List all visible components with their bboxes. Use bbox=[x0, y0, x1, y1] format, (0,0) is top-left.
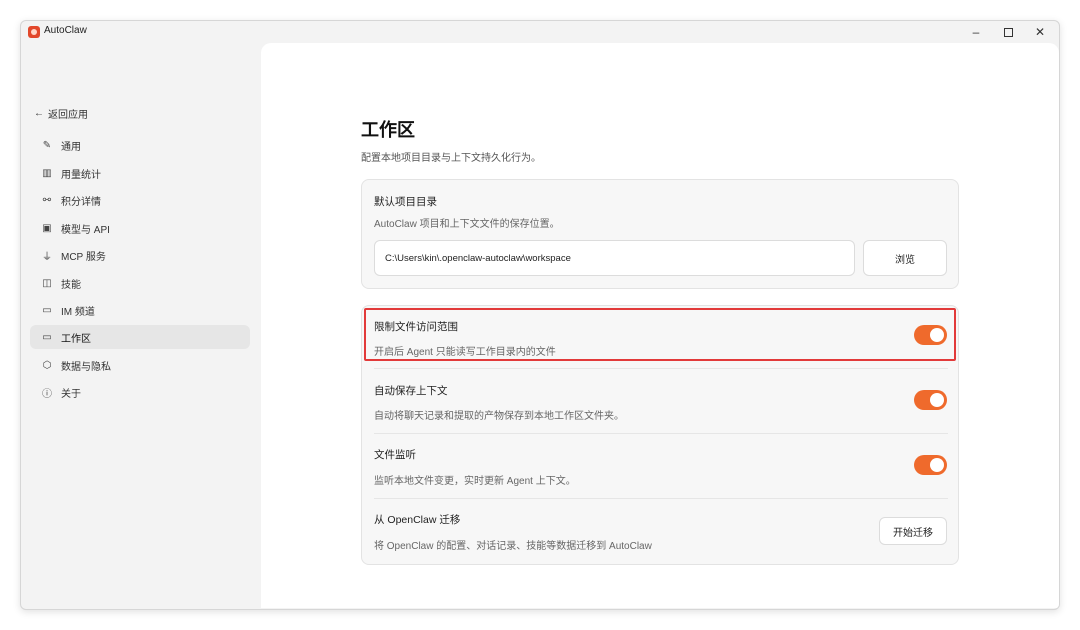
sidebar-item-label: 数据与隐私 bbox=[61, 361, 111, 373]
sidebar-item-models[interactable]: ▣ 模型与 API bbox=[30, 216, 250, 240]
sidebar-item-label: 关于 bbox=[61, 388, 81, 400]
sidebar-item-privacy[interactable]: ⬡ 数据与隐私 bbox=[30, 353, 250, 377]
bar-chart-icon: ▥ bbox=[42, 167, 52, 179]
sidebar-item-label: 技能 bbox=[61, 279, 81, 291]
sidebar-item-general[interactable]: ✎ 通用 bbox=[30, 133, 250, 157]
sidebar-item-label: 积分详情 bbox=[61, 196, 101, 208]
file-watch-toggle[interactable] bbox=[914, 455, 947, 475]
file-watch-desc: 监听本地文件变更，实时更新 Agent 上下文。 bbox=[374, 476, 576, 487]
restrict-access-title: 限制文件访问范围 bbox=[374, 321, 458, 333]
app-logo-icon bbox=[28, 26, 40, 38]
settings-card: 限制文件访问范围 开启后 Agent 只能读写工作目录内的文件 自动保存上下文 … bbox=[361, 305, 959, 565]
maximize-icon bbox=[1003, 27, 1013, 37]
sidebar: ← 返回应用 ✎ 通用 ▥ 用量统计 ⚯ 积分详情 ▣ 模型与 API ⏚ MC… bbox=[21, 43, 259, 609]
browse-button[interactable]: 浏览 bbox=[863, 240, 947, 276]
restrict-access-desc: 开启后 Agent 只能读写工作目录内的文件 bbox=[374, 347, 556, 358]
maximize-button[interactable] bbox=[992, 21, 1024, 43]
book-icon: ◫ bbox=[42, 277, 52, 289]
sidebar-item-label: MCP 服务 bbox=[61, 251, 106, 263]
sidebar-item-workspace[interactable]: ▭ 工作区 bbox=[30, 325, 250, 349]
main-content: 工作区 配置本地项目目录与上下文持久化行为。 默认项目目录 AutoClaw 项… bbox=[261, 43, 1059, 608]
page-title: 工作区 bbox=[361, 120, 415, 140]
directory-path-input[interactable] bbox=[374, 240, 855, 276]
sidebar-item-skills[interactable]: ◫ 技能 bbox=[30, 271, 250, 295]
divider bbox=[374, 368, 948, 369]
default-directory-card: 默认项目目录 AutoClaw 项目和上下文文件的保存位置。 浏览 bbox=[361, 179, 959, 289]
file-watch-title: 文件监听 bbox=[374, 449, 416, 461]
edit-icon: ✎ bbox=[42, 139, 52, 151]
title-bar: AutoClaw – ✕ bbox=[21, 21, 1059, 43]
link-icon: ⚯ bbox=[42, 194, 52, 206]
info-icon: ⓘ bbox=[42, 388, 52, 400]
autosave-context-title: 自动保存上下文 bbox=[374, 385, 448, 397]
back-label: 返回应用 bbox=[48, 110, 88, 121]
sidebar-item-label: 用量统计 bbox=[61, 169, 101, 181]
start-migration-button[interactable]: 开始迁移 bbox=[879, 517, 947, 545]
migrate-title: 从 OpenClaw 迁移 bbox=[374, 514, 461, 526]
arrow-left-icon: ← bbox=[34, 108, 44, 119]
autosave-context-toggle[interactable] bbox=[914, 390, 947, 410]
sidebar-item-label: 模型与 API bbox=[61, 224, 110, 236]
page-subtitle: 配置本地项目目录与上下文持久化行为。 bbox=[361, 153, 541, 164]
folder-icon: ▭ bbox=[42, 331, 52, 343]
sidebar-item-label: IM 频道 bbox=[61, 306, 95, 318]
sidebar-item-credits[interactable]: ⚯ 积分详情 bbox=[30, 188, 250, 212]
toggle-knob bbox=[930, 393, 944, 407]
sidebar-item-mcp[interactable]: ⏚ MCP 服务 bbox=[30, 243, 250, 267]
divider bbox=[374, 498, 948, 499]
toggle-knob bbox=[930, 328, 944, 342]
app-window: AutoClaw – ✕ ← 返回应用 ✎ 通用 ▥ 用量统计 ⚯ 积分详情 ▣… bbox=[20, 20, 1060, 610]
sidebar-item-label: 工作区 bbox=[61, 333, 91, 345]
toggle-knob bbox=[930, 458, 944, 472]
back-to-app-link[interactable]: ← 返回应用 bbox=[34, 106, 88, 121]
sidebar-item-about[interactable]: ⓘ 关于 bbox=[30, 380, 250, 404]
close-button[interactable]: ✕ bbox=[1024, 21, 1056, 43]
migrate-desc: 将 OpenClaw 的配置、对话记录、技能等数据迁移到 AutoClaw bbox=[374, 541, 652, 552]
divider bbox=[374, 433, 948, 434]
sidebar-item-usage[interactable]: ▥ 用量统计 bbox=[30, 161, 250, 185]
sidebar-item-im[interactable]: ▭ IM 频道 bbox=[30, 298, 250, 322]
restrict-access-toggle[interactable] bbox=[914, 325, 947, 345]
autosave-context-desc: 自动将聊天记录和提取的产物保存到本地工作区文件夹。 bbox=[374, 411, 624, 422]
chip-icon: ▣ bbox=[42, 222, 52, 234]
shield-icon: ⬡ bbox=[42, 359, 52, 371]
minimize-button[interactable]: – bbox=[960, 21, 992, 43]
window-title: AutoClaw bbox=[44, 25, 87, 36]
default-directory-title: 默认项目目录 bbox=[374, 196, 437, 208]
chat-icon: ▭ bbox=[42, 304, 52, 316]
default-directory-desc: AutoClaw 项目和上下文文件的保存位置。 bbox=[374, 219, 560, 230]
sidebar-item-label: 通用 bbox=[61, 141, 81, 153]
plug-icon: ⏚ bbox=[42, 251, 52, 263]
